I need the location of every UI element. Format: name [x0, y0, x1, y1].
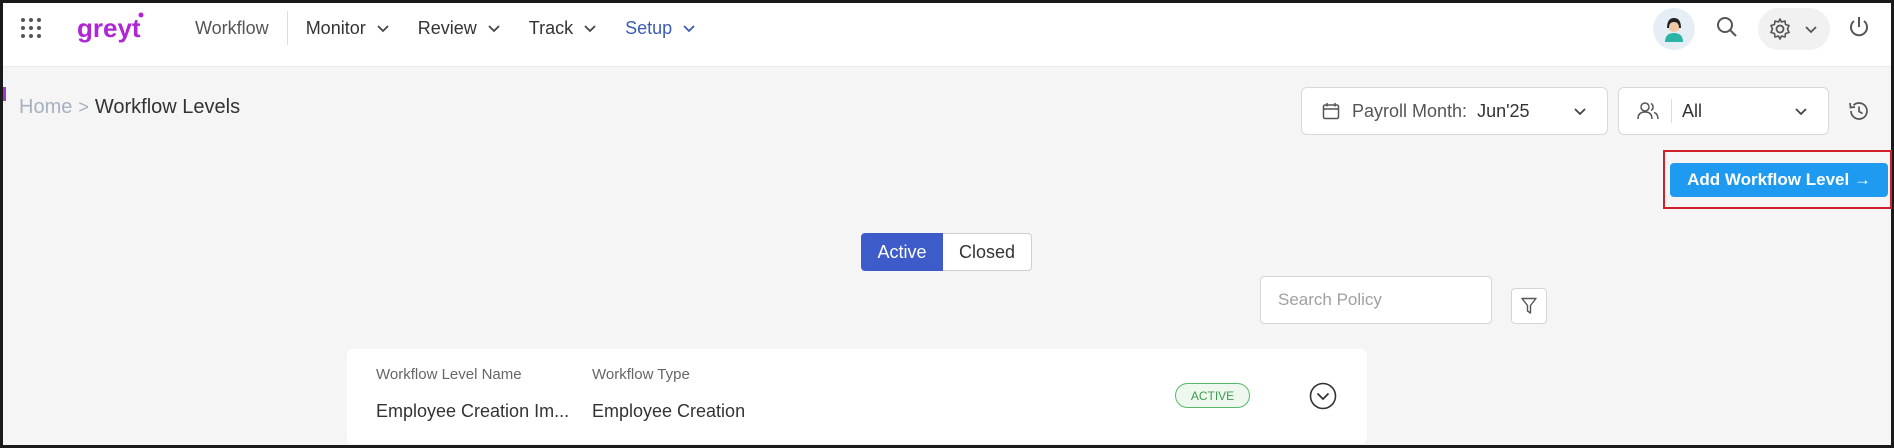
nav-setup[interactable]: Setup: [611, 3, 710, 53]
employee-group-select[interactable]: All: [1618, 87, 1829, 135]
logo-text: greyt: [77, 13, 141, 43]
nav-review[interactable]: Review: [404, 3, 515, 53]
tab-closed[interactable]: Closed: [943, 233, 1032, 271]
history-icon[interactable]: [1848, 100, 1870, 122]
select-divider: [1671, 99, 1672, 123]
nav-monitor-label: Monitor: [305, 17, 366, 38]
list-item: Workflow Level Name Workflow Type Employ…: [347, 349, 1367, 444]
status-badge: ACTIVE: [1175, 383, 1250, 408]
filter-icon: [1521, 297, 1537, 314]
group-value: All: [1682, 100, 1703, 121]
tab-active[interactable]: Active: [861, 233, 943, 271]
chevron-down-icon: [683, 25, 695, 33]
power-icon[interactable]: [1847, 15, 1871, 39]
nav-workflow-label: Workflow: [195, 17, 269, 38]
nav-monitor[interactable]: Monitor: [288, 3, 404, 53]
breadcrumb-home[interactable]: Home: [19, 96, 72, 119]
nav-setup-label: Setup: [625, 17, 673, 38]
payroll-month-label: Payroll Month:: [1352, 100, 1468, 121]
workflow-type: Employee Creation: [592, 401, 746, 421]
filter-button[interactable]: [1511, 288, 1547, 324]
workflow-level-name: Employee Creation Im...: [376, 401, 570, 421]
nav-review-label: Review: [417, 17, 477, 38]
search-policy-input[interactable]: [1260, 276, 1492, 324]
payroll-month-select[interactable]: Payroll Month: Jun'25: [1301, 87, 1608, 135]
breadcrumb-separator: >: [78, 97, 89, 117]
payroll-month-value: Jun'25: [1477, 100, 1530, 121]
status-tabs: Active Closed: [861, 233, 1032, 271]
nav-track[interactable]: Track: [515, 3, 611, 53]
sidebar-edge-marker: [3, 87, 6, 101]
column-label-name: Workflow Level Name: [376, 366, 522, 383]
chevron-down-icon: [1574, 108, 1586, 116]
avatar-icon: [1665, 18, 1683, 42]
add-workflow-level-button[interactable]: Add Workflow Level →: [1670, 163, 1888, 197]
chevron-down-icon: [488, 25, 500, 33]
chevron-down-icon: [584, 25, 596, 33]
apps-grid-icon[interactable]: [20, 17, 42, 39]
expand-chevron-icon[interactable]: [1309, 382, 1337, 410]
top-navigation-bar: greyt Workflow Monitor Review Track Setu…: [3, 3, 1891, 67]
chevron-down-icon: [1805, 26, 1817, 34]
nav-track-label: Track: [528, 17, 574, 38]
search-icon[interactable]: [1715, 15, 1739, 39]
gear-icon: [1770, 18, 1790, 40]
greytip-logo[interactable]: greyt: [75, 9, 149, 49]
nav-workflow[interactable]: Workflow: [183, 11, 288, 45]
settings-menu[interactable]: [1758, 8, 1830, 50]
breadcrumb: Home > Workflow Levels: [19, 96, 240, 119]
main-nav: Workflow Monitor Review Track Setup: [183, 3, 710, 53]
column-label-type: Workflow Type: [592, 366, 690, 383]
page-title: Workflow Levels: [94, 96, 241, 118]
users-icon: [1637, 102, 1659, 120]
user-avatar[interactable]: [1653, 8, 1695, 50]
chevron-down-icon: [377, 25, 389, 33]
chevron-down-icon: [1795, 108, 1807, 116]
calendar-icon: [1322, 103, 1340, 120]
